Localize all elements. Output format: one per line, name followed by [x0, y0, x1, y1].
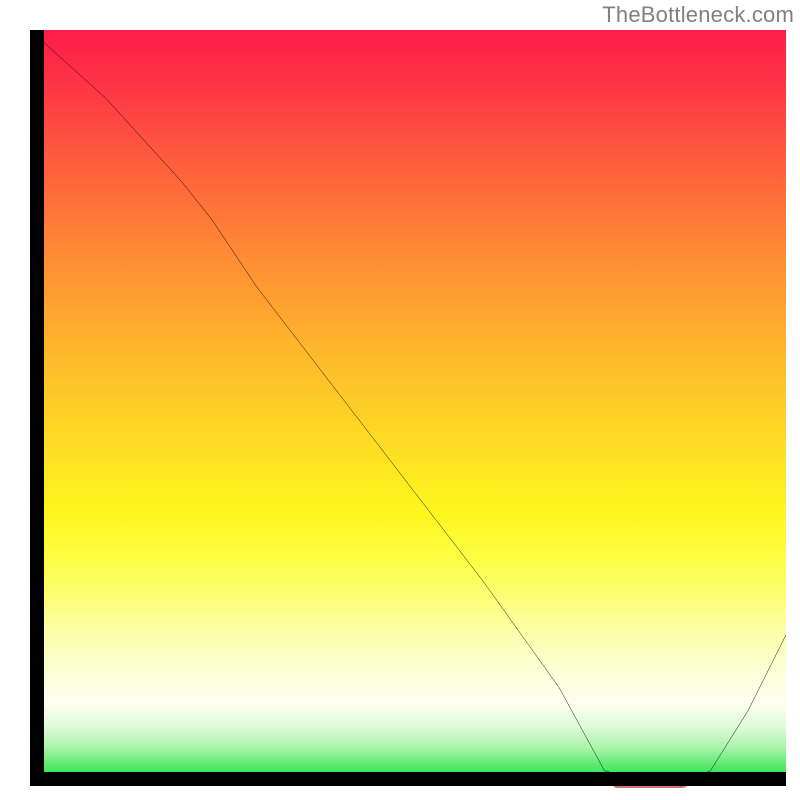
watermark-text: TheBottleneck.com: [602, 2, 794, 28]
curve-path: [30, 30, 786, 782]
optimal-range-marker: [612, 777, 688, 788]
bottleneck-curve: [30, 30, 786, 786]
plot-area: [30, 30, 786, 786]
chart-canvas: TheBottleneck.com: [0, 0, 800, 800]
